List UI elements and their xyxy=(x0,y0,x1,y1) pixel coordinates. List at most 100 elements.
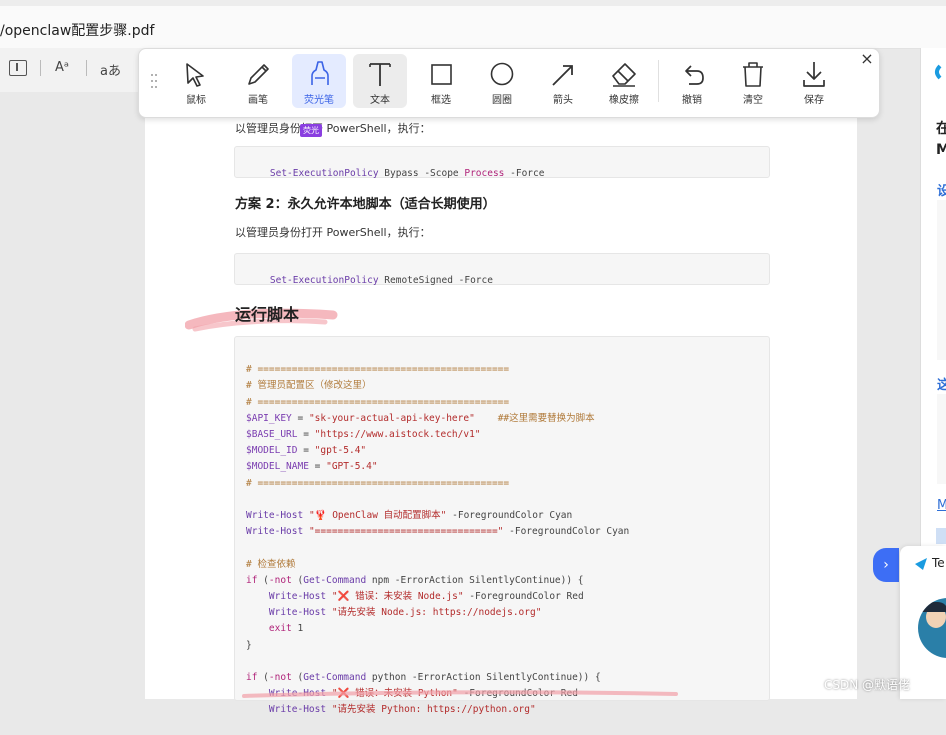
code-token: # 管理员配置区（修改这里） xyxy=(246,380,372,392)
code-token: $BASE_URL xyxy=(246,429,298,441)
panel-card xyxy=(937,200,946,360)
tool-save[interactable]: 保存 xyxy=(787,54,841,108)
code-token: Bypass -Scope xyxy=(378,168,465,179)
code-line: if (-not (Get-Command npm -ErrorAction S… xyxy=(246,574,584,586)
code-token: # ======================================… xyxy=(246,477,510,489)
code-token: "请先安装 Python: https://python.org" xyxy=(331,704,536,716)
code-line: } xyxy=(246,638,629,654)
code-token: $MODEL_ID xyxy=(246,445,298,457)
code-block: Set-ExecutionPolicy Bypass -Scope Proces… xyxy=(234,146,770,179)
font-size-icon[interactable]: Aᵃ xyxy=(55,60,69,75)
panel-link[interactable]: M xyxy=(937,498,946,513)
code-line: Write-Host "🦞 OpenClaw 自动配置脚本" -Foregrou… xyxy=(246,508,629,524)
toolbar-close-button[interactable]: × xyxy=(858,50,876,68)
code-token: -not xyxy=(268,574,292,586)
tool-arrow[interactable]: 箭头 xyxy=(536,54,590,108)
toolbar-divider xyxy=(86,60,87,76)
tool-clear[interactable]: 清空 xyxy=(726,54,780,108)
tool-eraser[interactable]: 橡皮擦 xyxy=(597,54,651,108)
code-token: -Force xyxy=(504,168,545,179)
code-token: "请先安装 Node.js: https://nodejs.org" xyxy=(331,607,542,619)
translate-icon[interactable]: aあ xyxy=(100,60,121,79)
code-token: "gpt-5.4" xyxy=(314,445,367,457)
watermark: CSDN @默语佬 xyxy=(824,678,911,692)
code-block: Set-ExecutionPolicy RemoteSigned -Force xyxy=(234,253,770,286)
toolbar-divider xyxy=(40,60,41,76)
panel-link[interactable]: 这 xyxy=(937,374,946,393)
panel-text: 在 xyxy=(936,121,946,137)
tool-label: 鼠标 xyxy=(186,95,206,106)
tool-undo[interactable]: 撤销 xyxy=(665,54,719,108)
panel-chip xyxy=(936,528,946,544)
tool-label: 清空 xyxy=(743,95,763,106)
assistant-logo-icon xyxy=(935,64,942,80)
code-token: -ForegroundColor Cyan xyxy=(503,526,630,538)
tool-label: 框选 xyxy=(431,95,451,106)
code-token: Write-Host xyxy=(268,591,327,603)
code-token: Set-ExecutionPolicy xyxy=(269,275,379,286)
expand-chevron-icon[interactable]: › xyxy=(873,548,899,582)
code-token: } xyxy=(246,639,252,651)
code-token: "sk-your-actual-api-key-here" xyxy=(308,412,475,424)
tool-label: 撤销 xyxy=(682,95,702,106)
toolbar-divider xyxy=(658,60,659,102)
code-line: Write-Host "请先安装 Node.js: https://nodejs… xyxy=(246,605,629,621)
arrow-icon xyxy=(552,65,573,86)
code-line: # ======================================… xyxy=(246,362,629,378)
code-line: exit 1 xyxy=(246,621,629,637)
instruction-text: 以管理员身份打开 PowerShell，执行： xyxy=(235,226,431,239)
code-token: exit xyxy=(268,623,292,635)
code-token: "❌ 错误：未安装 Node.js" xyxy=(331,591,464,603)
code-token: # ======================================… xyxy=(246,364,510,376)
code-line: # ======================================… xyxy=(246,395,629,411)
circle-icon xyxy=(490,62,514,86)
code-token: ##这里需要替换为脚本 xyxy=(497,412,595,424)
tool-label: 橡皮擦 xyxy=(609,95,639,106)
panel-link[interactable]: 设 xyxy=(937,180,946,199)
document-title: /openclaw配置步骤.pdf xyxy=(0,23,155,39)
tool-text[interactable]: 文本 xyxy=(353,54,407,108)
code-token: -not xyxy=(268,672,292,684)
code-token: if xyxy=(246,672,258,684)
tool-label: 保存 xyxy=(804,95,824,106)
code-token: $API_KEY xyxy=(246,412,292,424)
tool-highlighter[interactable]: 荧光笔 xyxy=(292,54,346,108)
chat-title: Te xyxy=(932,556,945,570)
chat-logo-icon xyxy=(915,558,927,570)
code-token: "================================" xyxy=(308,526,504,538)
tool-rectangle[interactable]: 框选 xyxy=(414,54,468,108)
cursor-icon xyxy=(186,63,204,87)
code-token: "GPT-5.4" xyxy=(326,461,378,473)
rectangle-icon xyxy=(431,64,452,85)
code-line: $MODEL_ID = "gpt-5.4" xyxy=(246,445,367,457)
tool-label: 画笔 xyxy=(248,95,268,106)
highlighter-stroke xyxy=(242,690,678,698)
code-line: $BASE_URL = "https://www.aistock.tech/v1… xyxy=(246,429,481,441)
code-token: Get-Command xyxy=(303,574,367,586)
tool-label: 文本 xyxy=(370,95,390,106)
tool-circle[interactable]: 圆圈 xyxy=(475,54,529,108)
panel-card xyxy=(937,394,946,484)
section-heading: 方案 2：永久允许本地脚本（适合长期使用） xyxy=(235,197,496,212)
panel-text: M xyxy=(936,142,946,158)
code-token: Write-Host xyxy=(268,607,327,619)
code-token: -ForegroundColor Cyan xyxy=(446,510,573,522)
tool-label: 圆圈 xyxy=(492,95,512,106)
code-line: if (-not (Get-Command python -ErrorActio… xyxy=(246,672,601,684)
code-line: $MODEL_NAME = "GPT-5.4" xyxy=(246,461,378,473)
tool-pen[interactable]: 画笔 xyxy=(231,54,285,108)
code-line: # 管理员配置区（修改这里） xyxy=(246,378,629,394)
title-bar: /openclaw配置步骤.pdf xyxy=(0,0,946,49)
highlighter-icon xyxy=(311,61,329,85)
code-token: # 检查依赖 xyxy=(246,558,296,570)
code-token: "https://www.aistock.tech/v1" xyxy=(314,429,481,441)
download-icon xyxy=(803,62,825,87)
code-token: Set-ExecutionPolicy xyxy=(269,168,379,179)
reading-mode-icon[interactable] xyxy=(9,60,27,76)
eraser-icon xyxy=(612,63,636,87)
code-token: npm -ErrorAction SilentlyContinue)) { xyxy=(366,574,584,586)
trash-icon xyxy=(743,62,763,87)
tool-cursor[interactable]: 鼠标 xyxy=(169,54,223,108)
drag-handle-icon[interactable] xyxy=(150,72,158,90)
code-token: python -ErrorAction SilentlyContinue)) { xyxy=(366,672,601,684)
